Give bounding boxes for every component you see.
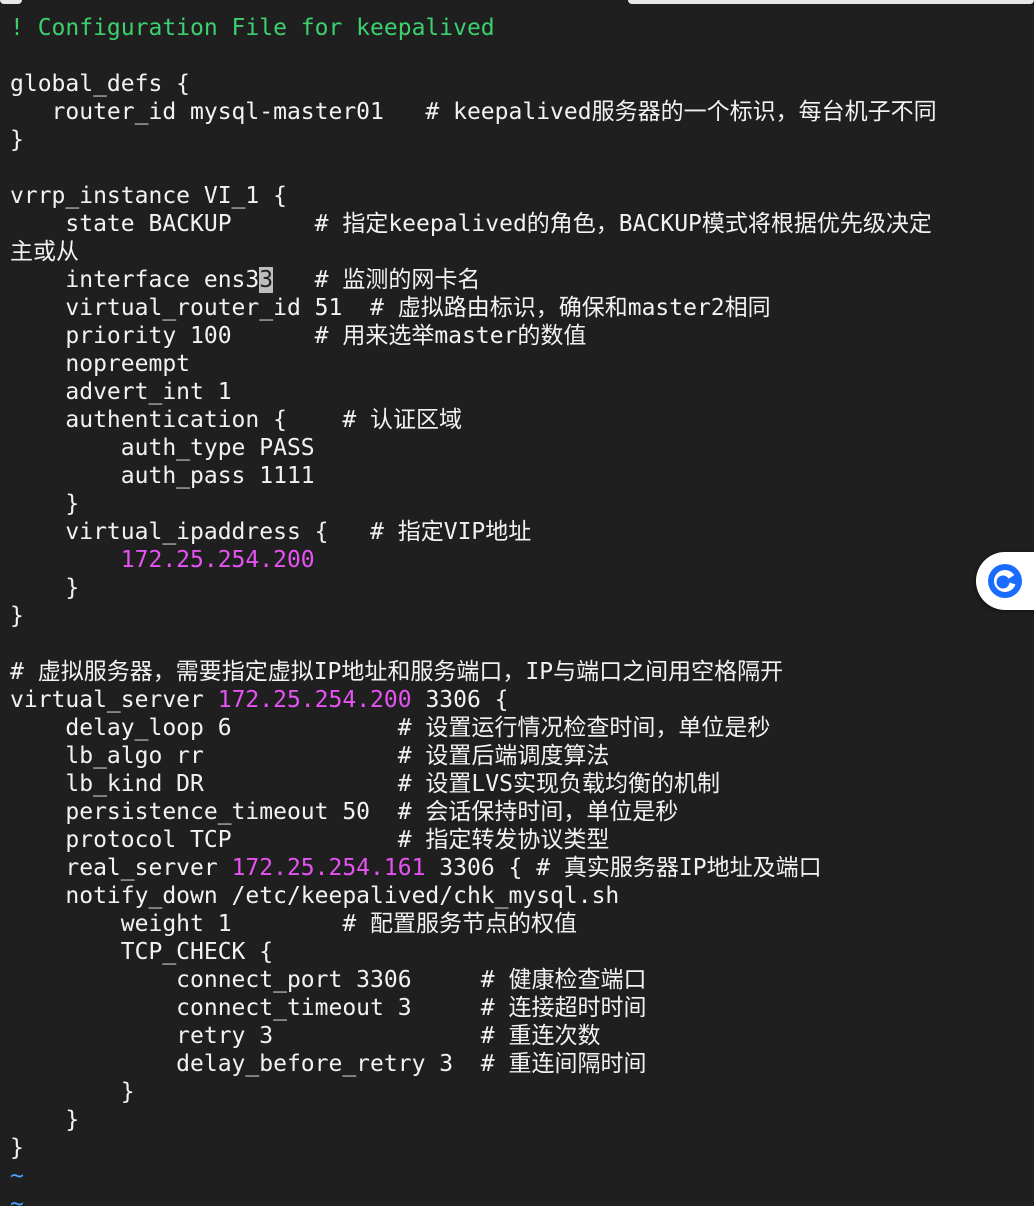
code-text: 主或从 — [10, 239, 79, 265]
code-line: ~ — [10, 1162, 1030, 1190]
code-line: } — [10, 602, 1030, 630]
code-line: } — [10, 490, 1030, 518]
code-text: advert_int 1 — [10, 379, 232, 405]
code-text: virtual_router_id 51 # 虚拟路由标识，确保和master2… — [10, 295, 771, 321]
code-line: nopreempt — [10, 350, 1030, 378]
assistant-chat-icon — [988, 564, 1022, 598]
code-line: router_id mysql-master01 # keepalived服务器… — [10, 98, 1030, 126]
code-line: } — [10, 1106, 1030, 1134]
code-line: vrrp_instance VI_1 { — [10, 182, 1030, 210]
ip-literal: 172.25.254.200 — [217, 687, 412, 713]
code-line: real_server 172.25.254.161 3306 { # 真实服务… — [10, 854, 1030, 882]
code-text: } — [10, 491, 80, 517]
code-text: # 虚拟服务器，需要指定虚拟IP地址和服务端口，IP与端口之间用空格隔开 — [10, 659, 784, 685]
code-text: auth_pass 1111 — [10, 463, 315, 489]
code-text: vrrp_instance VI_1 { — [10, 183, 287, 209]
code-text: priority 100 # 用来选举master的数值 — [10, 323, 587, 349]
code-text: 3306 { # 真实服务器IP地址及端口 — [425, 855, 822, 881]
code-text: 3306 { — [411, 687, 509, 713]
code-line: 172.25.254.200 — [10, 546, 1030, 574]
code-line: protocol TCP # 指定转发协议类型 — [10, 826, 1030, 854]
code-line: # 虚拟服务器，需要指定虚拟IP地址和服务端口，IP与端口之间用空格隔开 — [10, 658, 1030, 686]
code-text: persistence_timeout 50 # 会话保持时间，单位是秒 — [10, 799, 679, 825]
comment-text: ! Configuration File for keepalived — [10, 15, 495, 41]
code-text: connect_timeout 3 # 连接超时时间 — [10, 995, 647, 1021]
ip-literal: 172.25.254.200 — [120, 547, 315, 573]
terminal-window: ! Configuration File for keepalived globa… — [0, 0, 1034, 1206]
code-text: delay_loop 6 # 设置运行情况检查时间，单位是秒 — [10, 715, 771, 741]
code-line: weight 1 # 配置服务节点的权值 — [10, 910, 1030, 938]
code-text: global_defs { — [10, 71, 191, 97]
code-text: lb_kind DR # 设置LVS实现负载均衡的机制 — [10, 771, 720, 797]
code-text: authentication { # 认证区域 — [10, 407, 463, 433]
title-bar-strip — [0, 0, 1034, 4]
code-line: ~ — [10, 1190, 1030, 1206]
code-text: } — [10, 603, 24, 629]
code-text: } — [10, 1135, 24, 1161]
code-line: ! Configuration File for keepalived — [10, 14, 1030, 42]
code-text: virtual_ipaddress { # 指定VIP地址 — [10, 519, 532, 545]
window-tab-right[interactable] — [628, 0, 1034, 4]
code-text: # 监测的网卡名 — [273, 267, 481, 293]
code-line: } — [10, 574, 1030, 602]
code-line: } — [10, 1078, 1030, 1106]
code-line: virtual_router_id 51 # 虚拟路由标识，确保和master2… — [10, 294, 1030, 322]
code-line: } — [10, 126, 1030, 154]
code-text: } — [10, 1079, 135, 1105]
code-line: lb_kind DR # 设置LVS实现负载均衡的机制 — [10, 770, 1030, 798]
code-line: lb_algo rr # 设置后端调度算法 — [10, 742, 1030, 770]
vim-editor-buffer[interactable]: ! Configuration File for keepalived globa… — [10, 14, 1030, 1206]
code-line: 主或从 — [10, 238, 1030, 266]
code-text: weight 1 # 配置服务节点的权值 — [10, 911, 578, 937]
code-line: global_defs { — [10, 70, 1030, 98]
code-text: connect_port 3306 # 健康检查端口 — [10, 967, 647, 993]
floating-assistant-button[interactable] — [976, 552, 1034, 610]
code-text: retry 3 # 重连次数 — [10, 1023, 601, 1049]
code-line: interface ens33 # 监测的网卡名 — [10, 266, 1030, 294]
code-line: } — [10, 1134, 1030, 1162]
code-text: router_id mysql-master01 # keepalived服务器… — [10, 99, 937, 125]
code-text: auth_type PASS — [10, 435, 315, 461]
code-text: TCP_CHECK { — [10, 939, 274, 965]
code-text: } — [10, 127, 24, 153]
code-line: TCP_CHECK { — [10, 938, 1030, 966]
text-cursor: 3 — [259, 267, 274, 293]
code-text: notify_down /etc/keepalived/chk_mysql.sh — [10, 883, 620, 909]
code-text: real_server — [10, 855, 232, 881]
empty-line-marker: ~ — [10, 1163, 24, 1189]
code-text: nopreempt — [10, 351, 191, 377]
code-line: virtual_server 172.25.254.200 3306 { — [10, 686, 1030, 714]
code-line: state BACKUP # 指定keepalived的角色，BACKUP模式将… — [10, 210, 1030, 238]
code-text: } — [10, 575, 80, 601]
ip-literal: 172.25.254.161 — [231, 855, 426, 881]
code-line: delay_before_retry 3 # 重连间隔时间 — [10, 1050, 1030, 1078]
code-line: persistence_timeout 50 # 会话保持时间，单位是秒 — [10, 798, 1030, 826]
code-text: } — [10, 1107, 80, 1133]
code-line: priority 100 # 用来选举master的数值 — [10, 322, 1030, 350]
code-text: delay_before_retry 3 # 重连间隔时间 — [10, 1051, 647, 1077]
code-line: virtual_ipaddress { # 指定VIP地址 — [10, 518, 1030, 546]
code-line: connect_port 3306 # 健康检查端口 — [10, 966, 1030, 994]
code-text: protocol TCP # 指定转发协议类型 — [10, 827, 610, 853]
code-line: notify_down /etc/keepalived/chk_mysql.sh — [10, 882, 1030, 910]
code-text: interface ens3 — [10, 267, 260, 293]
code-line: auth_pass 1111 — [10, 462, 1030, 490]
empty-line-marker: ~ — [10, 1191, 24, 1206]
code-line: retry 3 # 重连次数 — [10, 1022, 1030, 1050]
code-line: auth_type PASS — [10, 434, 1030, 462]
window-tab-left[interactable] — [0, 0, 22, 4]
code-line: authentication { # 认证区域 — [10, 406, 1030, 434]
code-text: state BACKUP # 指定keepalived的角色，BACKUP模式将… — [10, 211, 932, 237]
code-line: connect_timeout 3 # 连接超时时间 — [10, 994, 1030, 1022]
code-text: virtual_server — [10, 687, 218, 713]
code-line: advert_int 1 — [10, 378, 1030, 406]
code-line: delay_loop 6 # 设置运行情况检查时间，单位是秒 — [10, 714, 1030, 742]
code-text: lb_algo rr # 设置后端调度算法 — [10, 743, 610, 769]
